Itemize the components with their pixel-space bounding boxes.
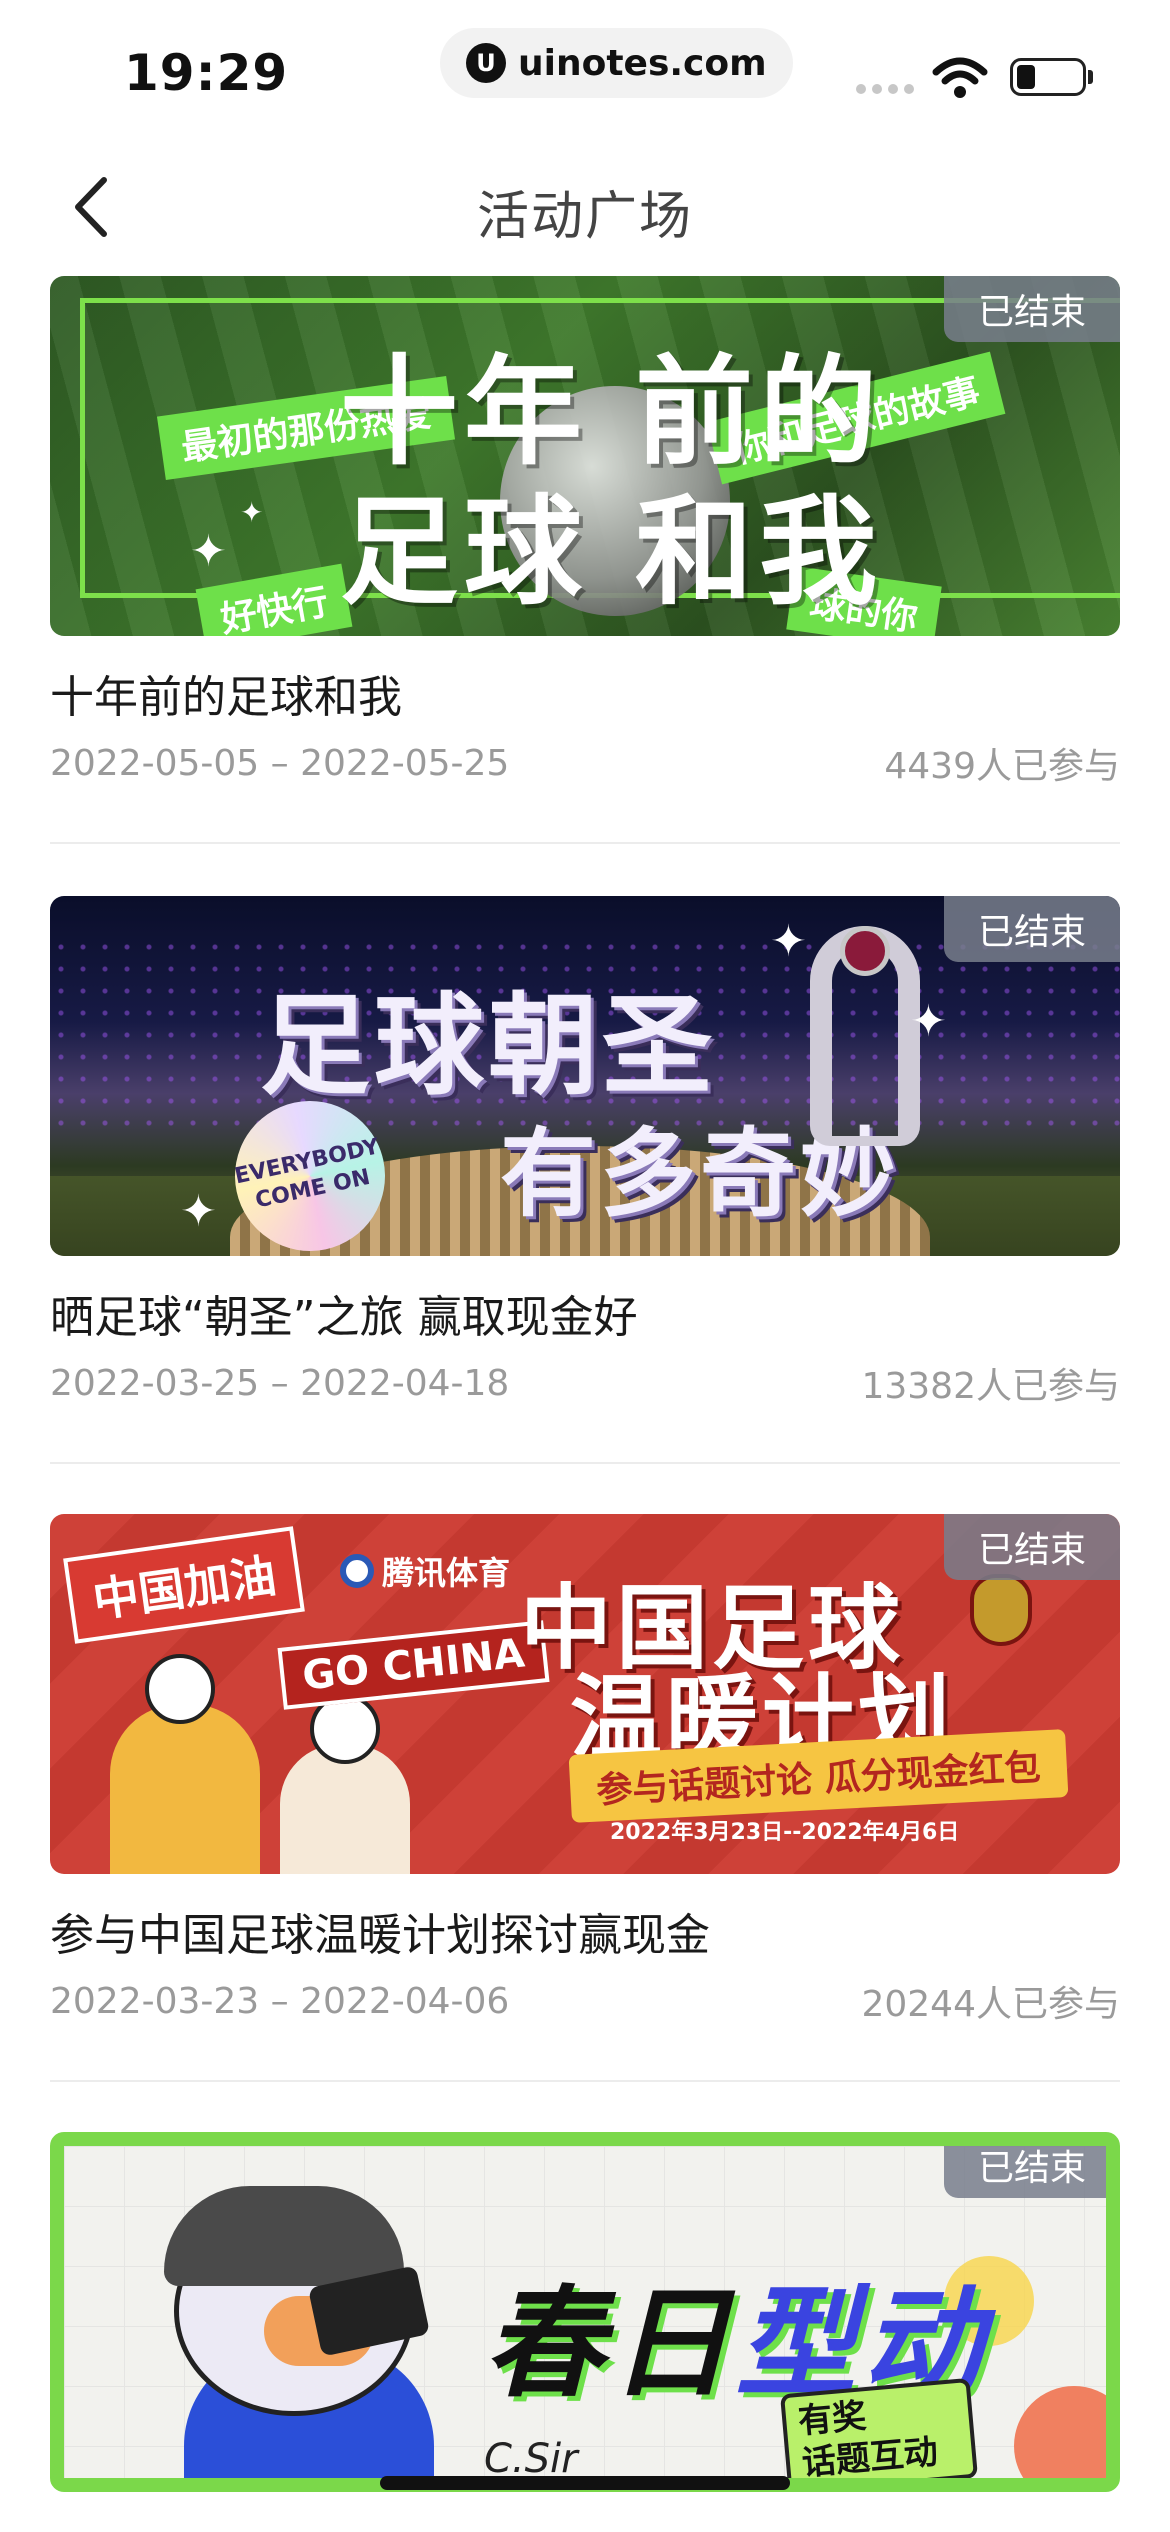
activity-banner[interactable]: 春日型动 有奖 话题互动 C.Sir 已结束	[50, 2132, 1120, 2492]
activity-banner[interactable]: 中国加油 GO CHINA 腾讯体育 中国足球 温暖计划 参与话题讨论 瓜分现金…	[50, 1514, 1120, 1874]
activity-participants: 20244人已参与	[861, 1984, 1120, 2025]
url-text: uinotes.com	[518, 42, 767, 84]
sparkle-icon: ✦	[190, 526, 227, 577]
activity-meta: 2022-03-23 – 2022-04-06 20244人已参与	[50, 1976, 1120, 2026]
activity-meta: 2022-05-05 – 2022-05-25 4439人已参与	[50, 738, 1120, 788]
activity-date-range: 2022-05-05 – 2022-05-25	[50, 742, 510, 784]
activity-participants: 13382人已参与	[861, 1366, 1120, 1407]
fan-illustration	[110, 1704, 260, 1874]
banner-headline: 足球朝圣	[260, 982, 716, 1110]
banner-prize-tag: 有奖 话题互动	[780, 2377, 978, 2478]
sparkle-icon: ✦	[910, 996, 947, 1047]
team-emblem-icon	[970, 1574, 1032, 1646]
activity-meta: 2022-03-25 – 2022-04-18 13382人已参与	[50, 1358, 1120, 1408]
site-logo-icon: U	[466, 43, 506, 83]
activity-participants: 4439人已参与	[884, 746, 1120, 787]
activity-title[interactable]: 十年前的足球和我	[50, 668, 1120, 728]
cellular-signal-icon	[856, 84, 914, 94]
sparkle-icon: ✦	[180, 1186, 217, 1237]
activity-card[interactable]: 足球朝圣 有多奇妙 EVERYBODY COME ON ✦ ✦ ✦ 已结束 晒足球…	[50, 896, 1120, 1408]
page-title: 活动广场	[476, 187, 693, 247]
divider	[50, 842, 1120, 844]
status-time: 19:29	[124, 44, 289, 102]
activity-card[interactable]: 春日型动 有奖 话题互动 C.Sir 已结束	[50, 2132, 1120, 2492]
status-badge: 已结束	[944, 1514, 1120, 1580]
brand-logo: 腾讯体育	[340, 1548, 510, 1594]
battery-cap	[1088, 70, 1093, 84]
tencent-sports-icon	[340, 1554, 374, 1588]
activity-date-range: 2022-03-25 – 2022-04-18	[50, 1362, 510, 1404]
banner-headline: 足球 和我	[340, 483, 884, 621]
wifi-icon	[932, 57, 988, 98]
status-badge: 已结束	[944, 2146, 1106, 2198]
sparkle-icon: ✦	[240, 496, 264, 529]
divider	[50, 2080, 1120, 2082]
activity-title[interactable]: 参与中国足球温暖计划探讨赢现金	[50, 1906, 1120, 1966]
nav-bar: 活动广场	[0, 150, 1170, 270]
activity-date-range: 2022-03-23 – 2022-04-06	[50, 1980, 510, 2022]
activity-card[interactable]: 最初的那份热爱 你和足球的故事 好快行 球的你 十年 前的 足球 和我 ✦ ✦ …	[50, 276, 1120, 788]
status-badge: 已结束	[944, 276, 1120, 342]
banner-dates: 2022年3月23日--2022年4月6日	[610, 1820, 960, 1845]
activity-card[interactable]: 中国加油 GO CHINA 腾讯体育 中国足球 温暖计划 参与话题讨论 瓜分现金…	[50, 1514, 1120, 2026]
url-pill[interactable]: U uinotes.com	[440, 28, 793, 98]
status-badge: 已结束	[944, 896, 1120, 962]
activity-banner[interactable]: 最初的那份热爱 你和足球的故事 好快行 球的你 十年 前的 足球 和我 ✦ ✦ …	[50, 276, 1120, 636]
activity-title[interactable]: 晒足球“朝圣”之旅 赢取现金好	[50, 1288, 1120, 1348]
status-bar: 19:29 U uinotes.com	[0, 0, 1170, 130]
activity-banner[interactable]: 足球朝圣 有多奇妙 EVERYBODY COME ON ✦ ✦ ✦ 已结束	[50, 896, 1120, 1256]
divider	[50, 1462, 1120, 1464]
sparkle-icon: ✦	[770, 916, 807, 967]
battery-icon	[1010, 58, 1086, 96]
home-indicator[interactable]	[380, 2476, 790, 2490]
